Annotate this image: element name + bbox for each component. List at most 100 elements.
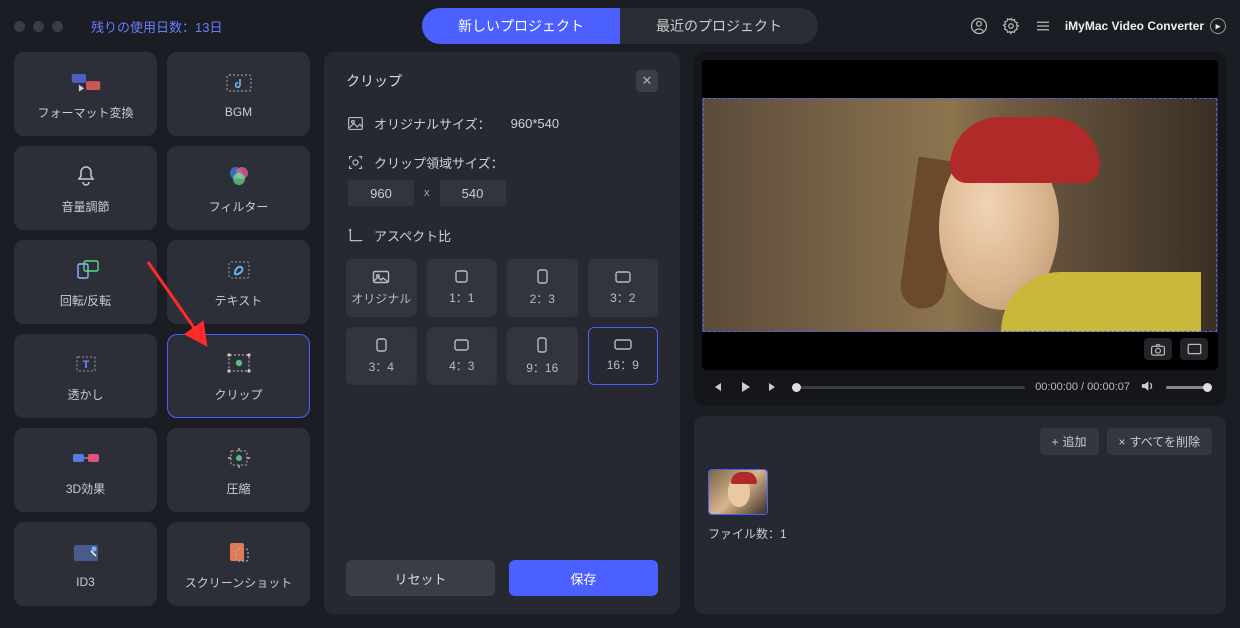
shape-16-9-icon: [614, 339, 632, 350]
tool-clip[interactable]: クリップ: [167, 334, 310, 418]
gear-icon[interactable]: [1001, 16, 1021, 36]
aspect-label: 2：3: [530, 290, 555, 307]
tool-label: 3D効果: [66, 480, 105, 497]
aspect-label: 9：16: [526, 359, 558, 376]
tool-format-convert[interactable]: フォーマット変換: [14, 52, 157, 136]
aspect-1-1[interactable]: 1：1: [427, 259, 498, 317]
tool-watermark[interactable]: T 透かし: [14, 334, 157, 418]
tool-screenshot[interactable]: スクリーンショット: [167, 522, 310, 606]
tool-label: スクリーンショット: [185, 574, 292, 591]
tool-label: 音量調節: [61, 198, 109, 215]
file-count-label: ファイル数：1: [708, 525, 1212, 542]
image-icon: [346, 115, 364, 133]
tool-bgm[interactable]: BGM: [167, 52, 310, 136]
letterbox-bottom: [702, 332, 1218, 370]
x-icon: ×: [1119, 435, 1126, 449]
tool-volume[interactable]: 音量調節: [14, 146, 157, 230]
close-panel-button[interactable]: ✕: [636, 70, 658, 92]
zoom-dot-icon[interactable]: [52, 21, 63, 32]
close-dot-icon[interactable]: [14, 21, 25, 32]
volume-slider[interactable]: [1166, 386, 1212, 389]
convert-icon: [70, 68, 102, 96]
volume-icon[interactable]: [1140, 379, 1156, 395]
aspect-label: 4：3: [449, 357, 474, 374]
tool-compress[interactable]: 圧縮: [167, 428, 310, 512]
file-thumbnail[interactable]: [708, 469, 768, 515]
aspect-original[interactable]: オリジナル: [346, 259, 417, 317]
shape-3-2-icon: [615, 271, 631, 283]
shape-1-1-icon: [455, 270, 468, 283]
tool-3d-effect[interactable]: 3D効果: [14, 428, 157, 512]
panel-title: クリップ: [346, 71, 402, 91]
tool-label: BGM: [225, 105, 252, 119]
app-title: iMyMac Video Converter ▸: [1065, 18, 1226, 34]
tab-new-project[interactable]: 新しいプロジェクト: [422, 8, 620, 44]
delete-label: すべてを削除: [1130, 433, 1200, 450]
add-file-button[interactable]: + 追加: [1040, 428, 1099, 455]
original-size-label: オリジナルサイズ：: [374, 114, 491, 133]
user-icon[interactable]: [969, 16, 989, 36]
aspect-2-3[interactable]: 2：3: [507, 259, 578, 317]
menu-icon[interactable]: [1033, 16, 1053, 36]
snapshot-button[interactable]: [1144, 338, 1172, 360]
crop-target-icon: [346, 154, 364, 172]
fullscreen-button[interactable]: [1180, 338, 1208, 360]
aspect-label: 3：4: [369, 358, 394, 375]
shape-2-3-icon: [537, 269, 548, 284]
aspect-label: 1：1: [449, 289, 474, 306]
glasses-3d-icon: [70, 444, 102, 472]
delete-all-button[interactable]: × すべてを削除: [1107, 428, 1212, 455]
crop-height-input[interactable]: [440, 180, 506, 206]
prev-button[interactable]: [708, 378, 726, 396]
aspect-3-4[interactable]: 3：4: [346, 327, 417, 385]
tool-label: 圧縮: [226, 480, 250, 497]
bell-icon: [70, 162, 102, 190]
tool-label: クリップ: [214, 386, 262, 403]
time-display: 00:00:00 / 00:00:07: [1035, 381, 1130, 393]
save-button[interactable]: 保存: [509, 560, 658, 596]
aspect-3-2[interactable]: 3：2: [588, 259, 659, 317]
play-button[interactable]: [736, 378, 754, 396]
tool-filter[interactable]: フィルター: [167, 146, 310, 230]
bgm-icon: [223, 69, 255, 97]
window-controls[interactable]: [14, 21, 63, 32]
svg-text:T: T: [82, 359, 89, 371]
titlebar: 残りの使用日数：13日 新しいプロジェクト 最近のプロジェクト iMyMac V…: [0, 0, 1240, 52]
shape-4-3-icon: [454, 339, 469, 351]
crop-size-label: クリップ領域サイズ：: [374, 153, 504, 172]
project-tabs: 新しいプロジェクト 最近のプロジェクト: [422, 8, 818, 44]
tool-label: テキスト: [215, 292, 263, 309]
crop-width-input[interactable]: [348, 180, 414, 206]
crop-icon: [223, 350, 255, 378]
tool-label: 透かし: [67, 386, 103, 403]
tab-recent-project[interactable]: 最近のプロジェクト: [620, 8, 818, 44]
aspect-icon: [346, 227, 364, 245]
app-title-text: iMyMac Video Converter: [1065, 19, 1204, 33]
crop-selection-outline[interactable]: [703, 98, 1217, 332]
playback-bar: 00:00:00 / 00:00:07: [702, 370, 1218, 400]
aspect-9-16[interactable]: 9：16: [507, 327, 578, 385]
shape-9-16-icon: [537, 337, 547, 353]
compress-icon: [223, 444, 255, 472]
video-preview[interactable]: [702, 60, 1218, 370]
add-label: 追加: [1063, 433, 1087, 450]
shape-3-4-icon: [376, 338, 387, 352]
tool-text[interactable]: テキスト: [167, 240, 310, 324]
filter-icon: [223, 162, 255, 190]
letterbox-top: [702, 60, 1218, 98]
aspect-16-9[interactable]: 16：9: [588, 327, 659, 385]
play-circle-icon: ▸: [1210, 18, 1226, 34]
minimize-dot-icon[interactable]: [33, 21, 44, 32]
text-icon: [223, 256, 255, 284]
tool-id3[interactable]: ID3: [14, 522, 157, 606]
next-button[interactable]: [764, 378, 782, 396]
files-pane: + 追加 × すべてを削除 ファイル数：1: [694, 416, 1226, 614]
aspect-4-3[interactable]: 4：3: [427, 327, 498, 385]
aspect-label: 16：9: [607, 356, 639, 373]
plus-icon: +: [1052, 435, 1059, 449]
reset-button[interactable]: リセット: [346, 560, 495, 596]
rotate-icon: [70, 256, 102, 284]
seek-slider[interactable]: [792, 386, 1025, 389]
tool-rotate[interactable]: 回転/反転: [14, 240, 157, 324]
tools-sidebar: フォーマット変換 BGM 音量調節 フィルター 回転/反転: [14, 52, 310, 614]
